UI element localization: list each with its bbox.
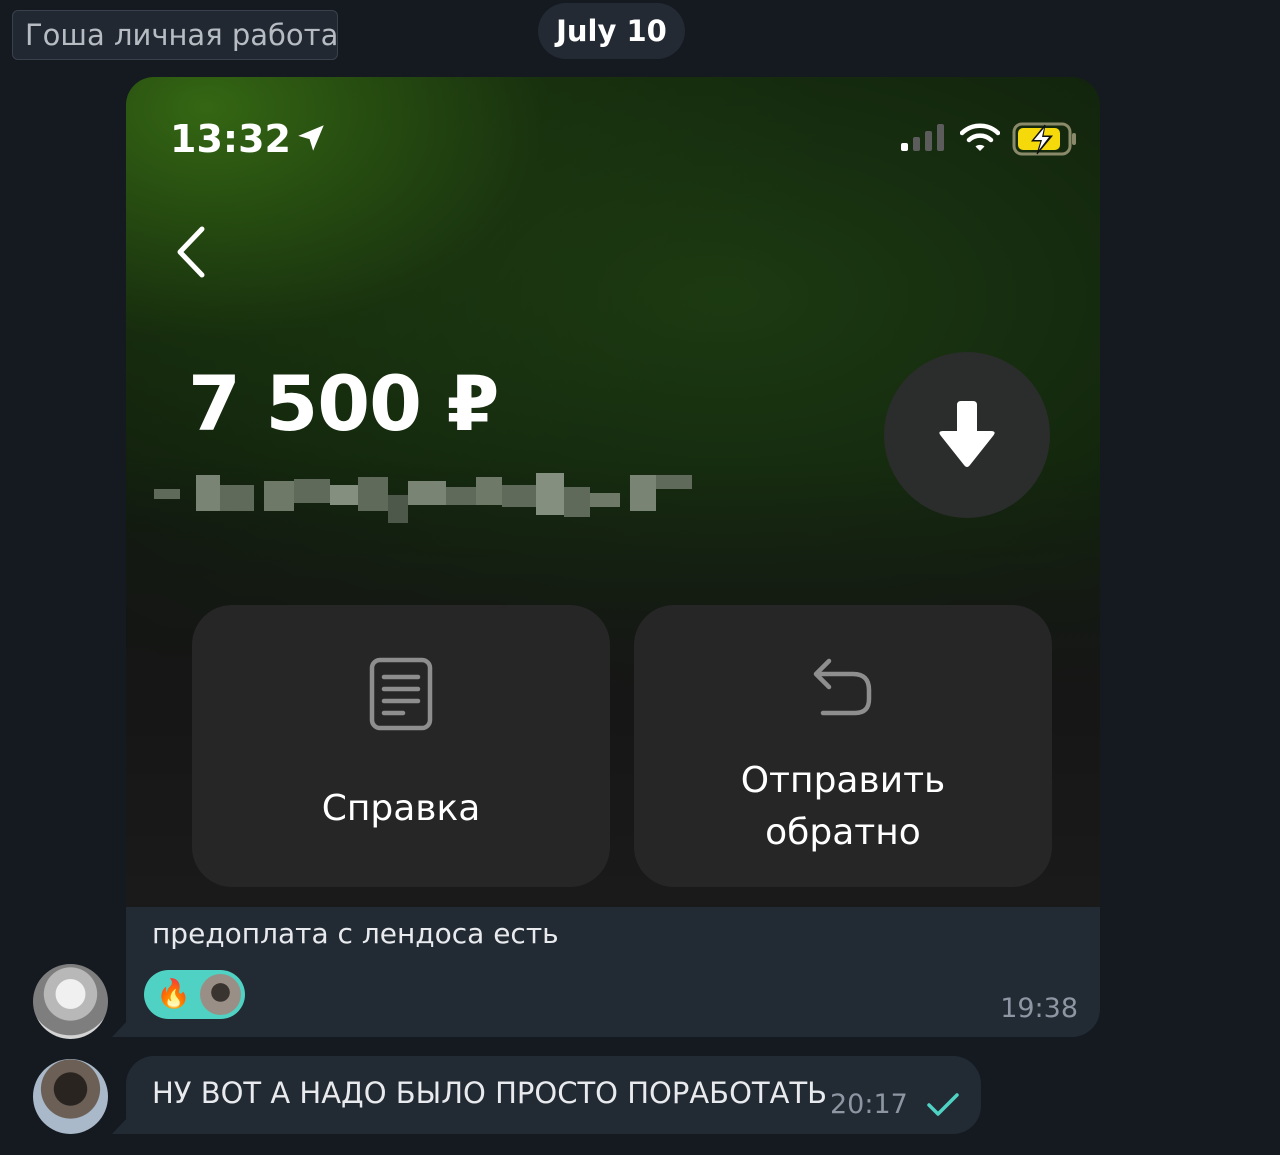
download-arrow-icon	[939, 401, 995, 467]
message-caption: предоплата с лендоса есть	[152, 917, 559, 950]
send-back-label: Отправить обратно	[634, 755, 1052, 859]
payment-amount: 7 500 ₽	[188, 359, 499, 448]
message-time: 19:38	[1000, 993, 1078, 1024]
message-time: 20:17	[830, 1089, 908, 1120]
sender-avatar[interactable]	[33, 964, 108, 1039]
back-chevron-icon[interactable]	[174, 225, 208, 279]
message-text: НУ ВОТ А НАДО БЫЛО ПРОСТО ПОРАБОТАТЬ	[152, 1076, 828, 1110]
chat-name-badge[interactable]: Гоша личная работа	[12, 10, 338, 60]
send-back-action-tile[interactable]: Отправить обратно	[634, 605, 1052, 887]
payment-screenshot[interactable]: 13:32 7 500 ₽ Справка Отправить обратно	[126, 77, 1100, 907]
bubble-tail	[112, 1117, 128, 1134]
cellular-signal-icon	[901, 124, 944, 151]
location-arrow-icon	[298, 125, 324, 151]
certificate-label: Справка	[321, 788, 481, 829]
download-button[interactable]	[884, 352, 1050, 518]
message-bubble-photo[interactable]: 13:32 7 500 ₽ Справка Отправить обратно …	[126, 77, 1100, 1037]
send-back-label-line2: обратно	[765, 812, 921, 853]
send-back-label-line1: Отправить	[740, 760, 946, 801]
document-icon	[369, 657, 433, 731]
reaction-chip[interactable]: 🔥	[144, 970, 245, 1019]
fire-emoji-icon: 🔥	[156, 977, 191, 1010]
wifi-icon	[960, 123, 1000, 151]
message-bubble-text[interactable]: НУ ВОТ А НАДО БЫЛО ПРОСТО ПОРАБОТАТЬ 20:…	[126, 1056, 981, 1134]
sent-check-icon	[927, 1093, 959, 1116]
battery-charging-icon	[1012, 122, 1076, 156]
sender-avatar[interactable]	[33, 1059, 108, 1134]
status-bar-time: 13:32	[170, 117, 291, 161]
pixelated-sender-name	[154, 473, 692, 523]
date-separator: July 10	[538, 3, 685, 59]
return-arrow-icon	[813, 658, 872, 716]
certificate-action-tile[interactable]: Справка	[192, 605, 610, 887]
reaction-user-avatar	[200, 974, 241, 1015]
